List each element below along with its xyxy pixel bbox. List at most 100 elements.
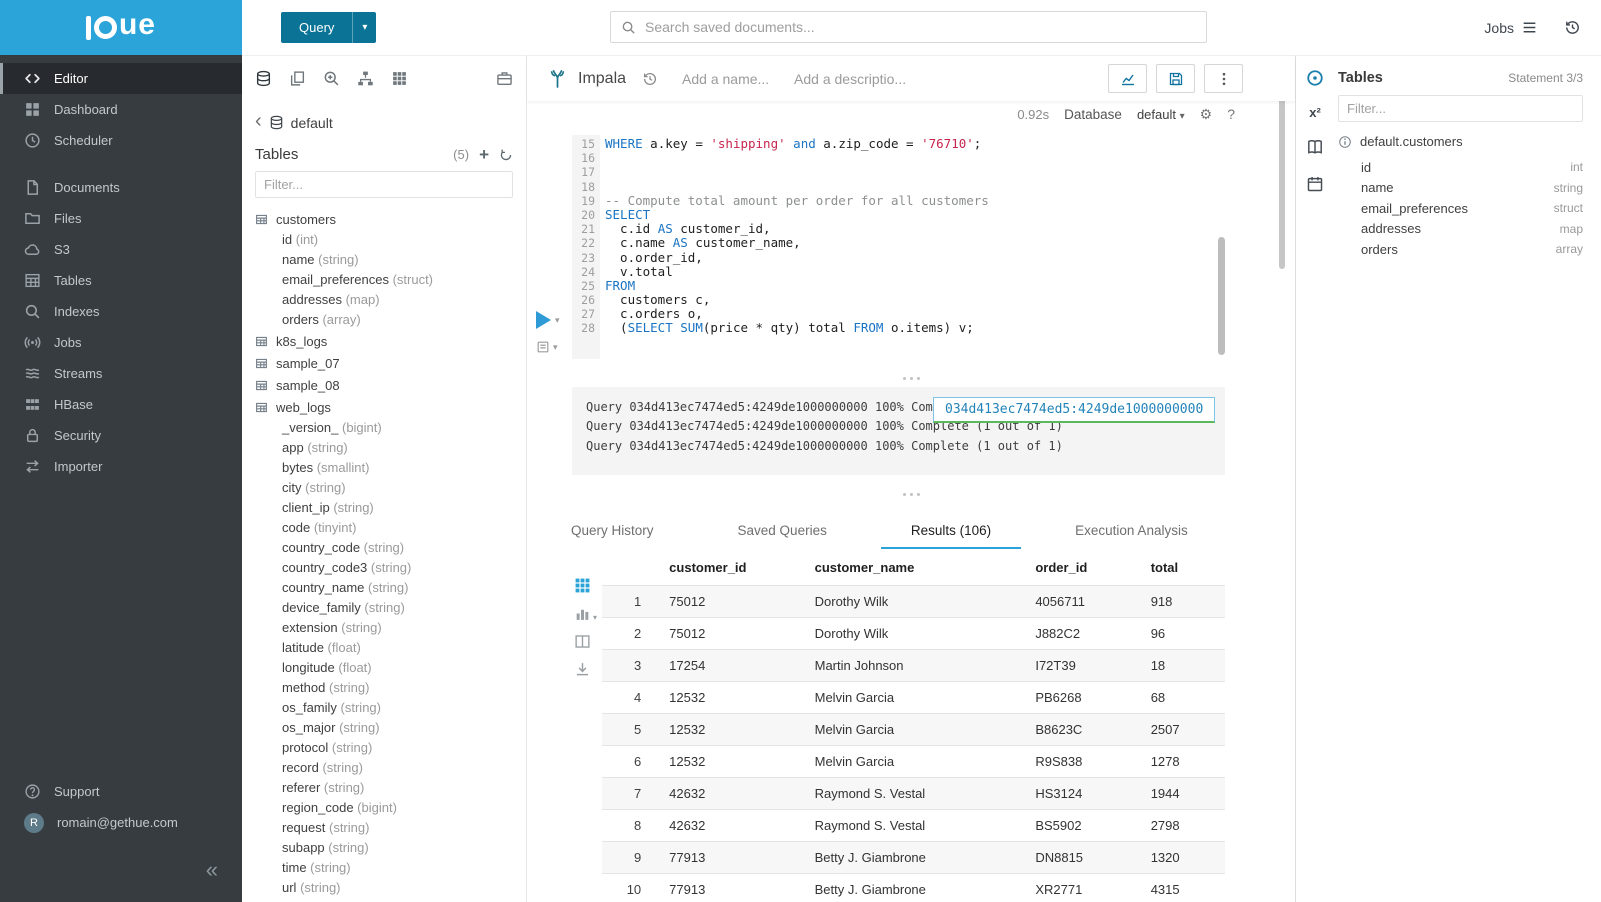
code-line-16[interactable]	[605, 151, 1295, 165]
resize-handle-2[interactable]	[527, 487, 1295, 501]
breadcrumb-database[interactable]: default	[291, 115, 333, 131]
right-column-orders[interactable]: ordersarray	[1361, 239, 1583, 260]
chart-button[interactable]	[1108, 64, 1147, 93]
tree-column-email_preferences[interactable]: email_preferences (struct)	[255, 270, 513, 290]
query-id-popover[interactable]: 034d413ec7474ed5:4249de1000000000	[933, 397, 1215, 423]
sidebar-item-documents[interactable]: Documents	[0, 172, 242, 203]
hue-logo[interactable]: ue	[0, 0, 242, 55]
tree-column-country_code3[interactable]: country_code3 (string)	[255, 558, 513, 578]
tree-column-bytes[interactable]: bytes (smallint)	[255, 458, 513, 478]
tree-column-protocol[interactable]: protocol (string)	[255, 738, 513, 758]
code-line-22[interactable]: c.name AS customer_name,	[605, 236, 1295, 250]
documents-copy-icon[interactable]	[289, 70, 306, 87]
save-button[interactable]	[1156, 64, 1195, 93]
query-name-input[interactable]	[682, 71, 782, 87]
back-chevron-icon[interactable]: ‹	[255, 111, 262, 134]
tab-query-history[interactable]: Query History	[541, 517, 684, 549]
code-line-21[interactable]: c.id AS customer_id,	[605, 222, 1295, 236]
query-history-toggle-icon[interactable]	[642, 71, 658, 87]
tree-column-city[interactable]: city (string)	[255, 478, 513, 498]
main-scrollbar[interactable]	[1279, 91, 1285, 269]
right-column-name[interactable]: namestring	[1361, 178, 1583, 199]
refresh-icon[interactable]	[499, 148, 513, 162]
results-row-4[interactable]: 412532Melvin GarciaPB626868	[602, 682, 1225, 714]
tree-column-id[interactable]: id (int)	[255, 230, 513, 250]
global-search-input[interactable]	[645, 19, 1196, 35]
right-column-id[interactable]: idint	[1361, 157, 1583, 178]
tree-column-app[interactable]: app (string)	[255, 438, 513, 458]
query-history-icon[interactable]	[1564, 19, 1581, 36]
sidebar-item-security[interactable]: Security	[0, 420, 242, 451]
results-header-customer_id[interactable]: customer_id	[657, 553, 802, 586]
tree-column-orders[interactable]: orders (array)	[255, 310, 513, 330]
sidebar-item-scheduler[interactable]: Scheduler	[0, 125, 242, 156]
more-actions-button[interactable]	[1204, 64, 1243, 93]
code-line-18[interactable]	[605, 180, 1295, 194]
tree-column-_version_[interactable]: _version_ (bigint)	[255, 418, 513, 438]
tree-column-os_major[interactable]: os_major (string)	[255, 718, 513, 738]
sidebar-item-indexes[interactable]: Indexes	[0, 296, 242, 327]
tree-column-time[interactable]: time (string)	[255, 858, 513, 878]
code-line-27[interactable]: c.orders o,	[605, 307, 1295, 321]
tree-column-extension[interactable]: extension (string)	[255, 618, 513, 638]
sidebar-item-dashboard[interactable]: Dashboard	[0, 94, 242, 125]
sidebar-item-editor[interactable]: Editor	[0, 63, 242, 94]
functions-icon[interactable]: x²	[1309, 106, 1321, 119]
execute-button[interactable]	[536, 311, 551, 329]
tree-column-device_family[interactable]: device_family (string)	[255, 598, 513, 618]
tree-column-request[interactable]: request (string)	[255, 818, 513, 838]
sidebar-item-files[interactable]: Files	[0, 203, 242, 234]
tree-column-record[interactable]: record (string)	[255, 758, 513, 778]
language-reference-icon[interactable]	[1306, 138, 1324, 156]
tree-column-code[interactable]: code (tinyint)	[255, 518, 513, 538]
tab-results-106[interactable]: Results (106)	[881, 517, 1021, 549]
results-header-order_id[interactable]: order_id	[1023, 553, 1138, 586]
tree-table-customers[interactable]: customers	[255, 208, 513, 230]
tab-saved-queries[interactable]: Saved Queries	[708, 517, 857, 549]
editor-code[interactable]: WHERE a.key = 'shipping' and a.zip_code …	[600, 135, 1295, 359]
results-row-10[interactable]: 1077913Betty J. GiambroneXR27714315	[602, 874, 1225, 902]
sql-databases-icon[interactable]	[255, 70, 272, 87]
right-column-email_preferences[interactable]: email_preferencesstruct	[1361, 198, 1583, 219]
right-column-addresses[interactable]: addressesmap	[1361, 219, 1583, 240]
sidebar-item-jobs[interactable]: Jobs	[0, 327, 242, 358]
tree-column-user_agent[interactable]: user_agent (string)	[255, 898, 513, 902]
database-select[interactable]: default ▾	[1137, 107, 1185, 122]
code-line-25[interactable]: FROM	[605, 279, 1295, 293]
schedule-icon[interactable]	[1306, 175, 1324, 193]
tree-table-web_logs[interactable]: web_logs	[255, 396, 513, 418]
statement-options-icon[interactable]	[536, 340, 550, 354]
tree-column-name[interactable]: name (string)	[255, 250, 513, 270]
grid-view-icon[interactable]	[574, 577, 591, 594]
tree-column-country_name[interactable]: country_name (string)	[255, 578, 513, 598]
execute-options-caret[interactable]: ▾	[555, 315, 560, 326]
results-row-5[interactable]: 512532Melvin GarciaB8623C2507	[602, 714, 1225, 746]
right-filter-input[interactable]	[1338, 95, 1583, 122]
tab-execution-analysis[interactable]: Execution Analysis	[1045, 517, 1218, 549]
results-row-8[interactable]: 842632Raymond S. VestalBS59022798	[602, 810, 1225, 842]
tree-column-subapp[interactable]: subapp (string)	[255, 838, 513, 858]
help-icon[interactable]: ?	[1227, 106, 1235, 122]
tree-column-country_code[interactable]: country_code (string)	[255, 538, 513, 558]
new-query-button[interactable]: Query ▾	[281, 12, 376, 43]
jobs-link[interactable]: Jobs	[1484, 19, 1538, 36]
results-row-2[interactable]: 275012Dorothy WilkJ882C296	[602, 618, 1225, 650]
tree-column-addresses[interactable]: addresses (map)	[255, 290, 513, 310]
download-icon[interactable]	[574, 661, 591, 678]
sidebar-item-tables[interactable]: Tables	[0, 265, 242, 296]
tree-column-latitude[interactable]: latitude (float)	[255, 638, 513, 658]
results-row-7[interactable]: 742632Raymond S. VestalHS31241944	[602, 778, 1225, 810]
tree-column-referer[interactable]: referer (string)	[255, 778, 513, 798]
tree-table-sample_07[interactable]: sample_07	[255, 352, 513, 374]
tree-column-client_ip[interactable]: client_ip (string)	[255, 498, 513, 518]
editor-scrollbar[interactable]	[1218, 237, 1225, 355]
sidebar-collapse-button[interactable]: «	[206, 859, 218, 881]
code-line-17[interactable]	[605, 165, 1295, 179]
query-description-input[interactable]	[794, 71, 914, 87]
results-header-total[interactable]: total	[1139, 553, 1225, 586]
sidebar-item-support[interactable]: Support	[0, 776, 242, 807]
tree-column-url[interactable]: url (string)	[255, 878, 513, 898]
code-line-20[interactable]: SELECT	[605, 208, 1295, 222]
results-header-customer_name[interactable]: customer_name	[803, 553, 1024, 586]
briefcase-icon[interactable]	[496, 70, 513, 87]
